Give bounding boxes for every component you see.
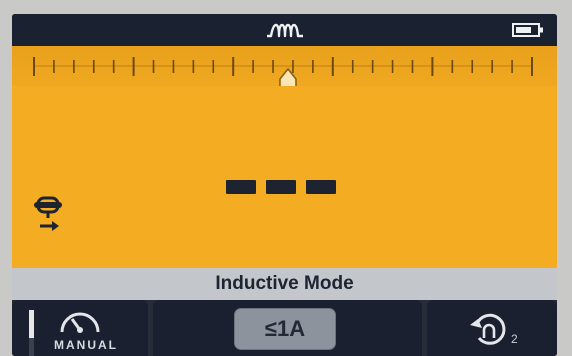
mode-indicator: Inductive Mode — [12, 268, 557, 300]
rotate-icon — [470, 313, 506, 345]
range-label: ≤1A — [264, 316, 306, 341]
reading-placeholder: --- — [226, 180, 346, 196]
auto-led — [29, 338, 34, 356]
range-button[interactable]: ≤1A — [234, 308, 336, 350]
analog-scale — [12, 46, 557, 86]
manual-label: MANUAL — [54, 338, 118, 352]
reading-dash — [266, 180, 296, 194]
auto-manual-softkey[interactable]: MANUAL — [12, 300, 148, 356]
measurement-display: --- — [12, 46, 557, 268]
rotate-softkey[interactable]: 2 — [427, 300, 557, 356]
reading-dash — [226, 180, 256, 194]
speedometer-icon — [60, 312, 100, 333]
status-bar — [12, 14, 557, 46]
mode-label: Inductive Mode — [215, 273, 354, 294]
inductive-wave-icon — [267, 23, 303, 38]
softkey-bar: MANUAL ≤1A 2 — [12, 300, 557, 356]
manual-led — [29, 310, 34, 338]
reading-dash — [306, 180, 336, 194]
range-softkey[interactable]: ≤1A — [153, 300, 422, 356]
rotate-subscript: 2 — [511, 332, 518, 346]
battery-icon — [512, 23, 543, 37]
probe-direction-icon — [34, 196, 62, 231]
scale-ticks — [33, 57, 533, 86]
device-screen: --- Inductive Mode MANUAL ≤1A — [12, 14, 557, 356]
